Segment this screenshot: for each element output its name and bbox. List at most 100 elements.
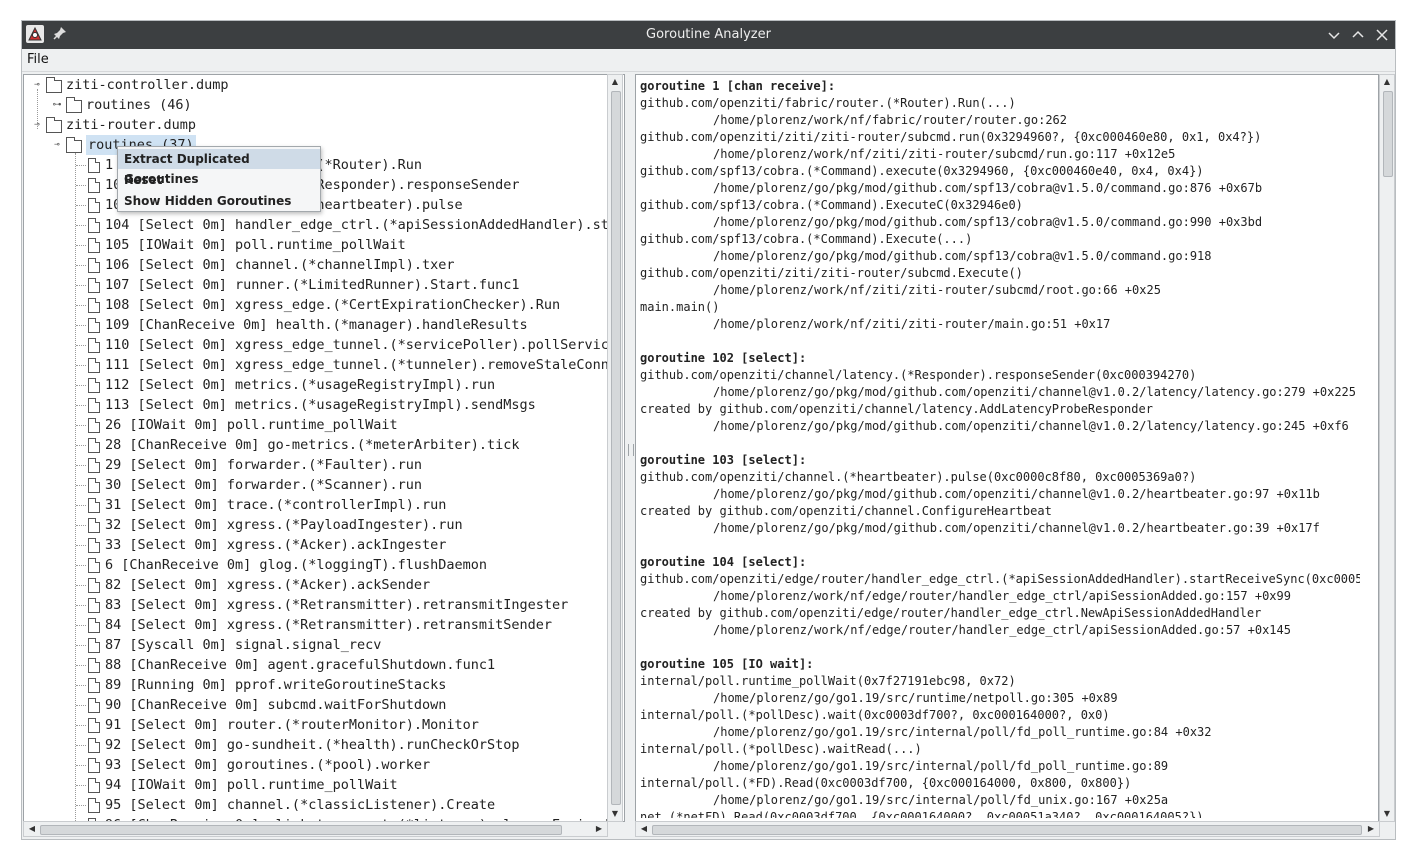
tree-goroutine-node[interactable]: 113 [Select 0m] metrics.(*usageRegistryI… [24, 395, 609, 415]
tree-node-label[interactable]: 104 [Select 0m] handler_edge_ctrl.(*apiS… [105, 215, 609, 235]
tree-folder-node[interactable]: ⊸ ziti-router.dump [24, 115, 609, 135]
detail-scroll-thumb[interactable] [1383, 91, 1393, 177]
stack-frame: github.com/openziti/edge/router/handler_… [640, 572, 1360, 586]
tree-node-label[interactable]: 112 [Select 0m] metrics.(*usageRegistryI… [105, 375, 495, 395]
scroll-down-icon[interactable]: ▼ [1380, 808, 1394, 820]
tree-goroutine-node[interactable]: 111 [Select 0m] xgress_edge_tunnel.(*tun… [24, 355, 609, 375]
tree-goroutine-node[interactable]: 95 [Select 0m] channel.(*classicListener… [24, 795, 609, 815]
scroll-right-icon[interactable]: ▶ [592, 823, 606, 835]
tree-goroutine-node[interactable]: 91 [Select 0m] router.(*routerMonitor).M… [24, 715, 609, 735]
tree-node-label[interactable]: 113 [Select 0m] metrics.(*usageRegistryI… [105, 395, 536, 415]
detail-horizontal-scrollbar[interactable]: ◀ ▶ [635, 821, 1380, 837]
reset-item[interactable]: Reset [118, 170, 320, 190]
menu-file[interactable]: File [27, 52, 49, 67]
tree-node-label[interactable]: 83 [Select 0m] xgress.(*Retransmitter).r… [105, 595, 568, 615]
tree-folder-node[interactable]: ⊶ routines (46) [24, 95, 609, 115]
tree-goroutine-node[interactable]: 92 [Select 0m] go-sundheit.(*health).run… [24, 735, 609, 755]
tree-goroutine-node[interactable]: 33 [Select 0m] xgress.(*Acker).ackIngest… [24, 535, 609, 555]
tree-node-label[interactable]: 94 [IOWait 0m] poll.runtime_pollWait [105, 775, 398, 795]
tree-goroutine-node[interactable]: 110 [Select 0m] xgress_edge_tunnel.(*ser… [24, 335, 609, 355]
tree-node-label[interactable]: 89 [Running 0m] pprof.writeGoroutineStac… [105, 675, 446, 695]
detail-hscroll-thumb[interactable] [652, 825, 1362, 835]
tree-node-label[interactable]: ziti-router.dump [66, 115, 196, 135]
tree-goroutine-node[interactable]: 105 [IOWait 0m] poll.runtime_pollWait [24, 235, 609, 255]
scroll-left-icon[interactable]: ◀ [637, 823, 651, 835]
tree-goroutine-node[interactable]: 30 [Select 0m] forwarder.(*Scanner).run [24, 475, 609, 495]
tree-node-label[interactable]: 32 [Select 0m] xgress.(*PayloadIngester)… [105, 515, 463, 535]
tree-goroutine-node[interactable]: 107 [Select 0m] runner.(*LimitedRunner).… [24, 275, 609, 295]
tree-node-label[interactable]: 87 [Syscall 0m] signal.signal_recv [105, 635, 381, 655]
tree-vertical-scrollbar[interactable]: ▲ ▼ [607, 74, 623, 822]
tree-node-label[interactable]: routines (46) [86, 95, 192, 115]
tree-node-label[interactable]: 28 [ChanReceive 0m] go-metrics.(*meterAr… [105, 435, 520, 455]
tree-goroutine-node[interactable]: 26 [IOWait 0m] poll.runtime_pollWait [24, 415, 609, 435]
scroll-up-icon[interactable]: ▲ [608, 76, 622, 88]
tree-goroutine-node[interactable]: 32 [Select 0m] xgress.(*PayloadIngester)… [24, 515, 609, 535]
scroll-up-icon[interactable]: ▲ [1380, 76, 1394, 88]
show-hidden-goroutines-item[interactable]: Show Hidden Goroutines [118, 191, 320, 211]
stack-frame: created by github.com/openziti/channel/l… [640, 402, 1153, 416]
expand-toggle-icon[interactable]: ⊶ [52, 99, 62, 111]
tree-goroutine-node[interactable]: 93 [Select 0m] goroutines.(*pool).worker [24, 755, 609, 775]
tree-node-label[interactable]: 31 [Select 0m] trace.(*controllerImpl).r… [105, 495, 446, 515]
tree-goroutine-node[interactable]: 112 [Select 0m] metrics.(*usageRegistryI… [24, 375, 609, 395]
tree-horizontal-scrollbar[interactable]: ◀ ▶ [23, 821, 608, 837]
tree-node-label[interactable]: 91 [Select 0m] router.(*routerMonitor).M… [105, 715, 479, 735]
tree-connector [76, 405, 86, 406]
tree-goroutine-node[interactable]: 94 [IOWait 0m] poll.runtime_pollWait [24, 775, 609, 795]
tree-node-label[interactable]: 107 [Select 0m] runner.(*LimitedRunner).… [105, 275, 520, 295]
tree-node-label[interactable]: 105 [IOWait 0m] poll.runtime_pollWait [105, 235, 406, 255]
close-icon[interactable] [1372, 25, 1392, 45]
tree-node-label[interactable]: ziti-controller.dump [66, 75, 229, 95]
title-bar[interactable]: Goroutine Analyzer [22, 21, 1395, 49]
tree-goroutine-node[interactable]: 88 [ChanReceive 0m] agent.gracefulShutdo… [24, 655, 609, 675]
tree-node-label[interactable]: 84 [Select 0m] xgress.(*Retransmitter).r… [105, 615, 552, 635]
file-icon [88, 278, 100, 293]
tree-goroutine-node[interactable]: 28 [ChanReceive 0m] go-metrics.(*meterAr… [24, 435, 609, 455]
split-grip[interactable] [628, 444, 634, 456]
tree-node-label[interactable]: 109 [ChanReceive 0m] health.(*manager).h… [105, 315, 528, 335]
tree-goroutine-node[interactable]: 6 [ChanReceive 0m] glog.(*loggingT).flus… [24, 555, 609, 575]
tree-node-label[interactable]: 106 [Select 0m] channel.(*channelImpl).t… [105, 255, 455, 275]
tree-goroutine-node[interactable]: 31 [Select 0m] trace.(*controllerImpl).r… [24, 495, 609, 515]
tree-node-label[interactable]: 110 [Select 0m] xgress_edge_tunnel.(*ser… [105, 335, 609, 355]
tree-node-label[interactable]: 6 [ChanReceive 0m] glog.(*loggingT).flus… [105, 555, 487, 575]
tree-goroutine-node[interactable]: 109 [ChanReceive 0m] health.(*manager).h… [24, 315, 609, 335]
tree-goroutine-node[interactable]: 87 [Syscall 0m] signal.signal_recv [24, 635, 609, 655]
expand-toggle-icon[interactable]: ⊸ [52, 139, 62, 151]
extract-duplicated-goroutines-item[interactable]: Extract Duplicated Goroutines [118, 149, 320, 186]
minimize-icon[interactable] [1324, 25, 1344, 45]
scroll-right-icon[interactable]: ▶ [1364, 823, 1378, 835]
tree-goroutine-node[interactable]: 84 [Select 0m] xgress.(*Retransmitter).r… [24, 615, 609, 635]
tree-node-label[interactable]: 108 [Select 0m] xgress_edge.(*CertExpira… [105, 295, 560, 315]
tree-node-label[interactable]: 95 [Select 0m] channel.(*classicListener… [105, 795, 495, 815]
tree-hscroll-thumb[interactable] [40, 825, 562, 835]
tree-node-label[interactable]: 90 [ChanReceive 0m] subcmd.waitForShutdo… [105, 695, 446, 715]
tree-goroutine-node[interactable]: 108 [Select 0m] xgress_edge.(*CertExpira… [24, 295, 609, 315]
tree-goroutine-node[interactable]: 82 [Select 0m] xgress.(*Acker).ackSender [24, 575, 609, 595]
tree-node-label[interactable]: 88 [ChanReceive 0m] agent.gracefulShutdo… [105, 655, 495, 675]
tree-node-label[interactable]: 30 [Select 0m] forwarder.(*Scanner).run [105, 475, 422, 495]
scroll-down-icon[interactable]: ▼ [608, 808, 622, 820]
tree-scroll-thumb[interactable] [611, 91, 621, 805]
tree-node-label[interactable]: 111 [Select 0m] xgress_edge_tunnel.(*tun… [105, 355, 609, 375]
tree-node-label[interactable]: 26 [IOWait 0m] poll.runtime_pollWait [105, 415, 398, 435]
stacktrace-text[interactable]: goroutine 1 [chan receive]: github.com/op… [640, 78, 1360, 818]
scroll-left-icon[interactable]: ◀ [25, 823, 39, 835]
tree-node-label[interactable]: 92 [Select 0m] go-sundheit.(*health).run… [105, 735, 520, 755]
tree-node-label[interactable]: 93 [Select 0m] goroutines.(*pool).worker [105, 755, 430, 775]
tree-goroutine-node[interactable]: 90 [ChanReceive 0m] subcmd.waitForShutdo… [24, 695, 609, 715]
tree-folder-node[interactable]: ⊸ ziti-controller.dump [24, 75, 609, 95]
tree-node-label[interactable]: 29 [Select 0m] forwarder.(*Faulter).run [105, 455, 422, 475]
detail-vertical-scrollbar[interactable]: ▲ ▼ [1379, 74, 1395, 822]
maximize-icon[interactable] [1348, 25, 1368, 45]
tree-goroutine-node[interactable]: 104 [Select 0m] handler_edge_ctrl.(*apiS… [24, 215, 609, 235]
tree-goroutine-node[interactable]: 106 [Select 0m] channel.(*channelImpl).t… [24, 255, 609, 275]
tree-goroutine-node[interactable]: 83 [Select 0m] xgress.(*Retransmitter).r… [24, 595, 609, 615]
split-divider[interactable] [625, 74, 635, 838]
tree-goroutine-node[interactable]: 29 [Select 0m] forwarder.(*Faulter).run [24, 455, 609, 475]
tree-node-label[interactable]: 33 [Select 0m] xgress.(*Acker).ackIngest… [105, 535, 446, 555]
tree-goroutine-node[interactable]: 89 [Running 0m] pprof.writeGoroutineStac… [24, 675, 609, 695]
tree-node-label[interactable]: 82 [Select 0m] xgress.(*Acker).ackSender [105, 575, 430, 595]
file-icon [88, 298, 100, 313]
